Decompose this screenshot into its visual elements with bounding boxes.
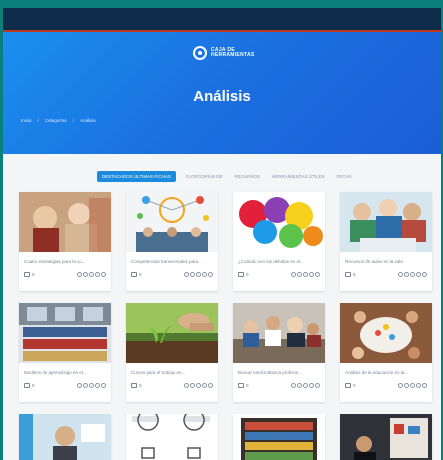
comment-icon <box>345 272 351 277</box>
card-thumbnail[interactable] <box>233 414 325 460</box>
breadcrumb-separator: / <box>72 118 75 123</box>
comment-count-value: 0 <box>139 272 142 277</box>
resource-card[interactable] <box>126 414 218 460</box>
comment-count-value: 0 <box>139 383 142 388</box>
card-thumbnail[interactable] <box>126 303 218 363</box>
comment-icon <box>238 272 244 277</box>
resource-card[interactable]: Cursos para el trabajo en... 0 <box>126 303 218 402</box>
card-title[interactable]: Modelos de aprendizaje en el... <box>24 370 106 375</box>
rating-stars[interactable] <box>291 272 320 277</box>
logo-icon <box>193 46 207 60</box>
card-title[interactable]: Buscar tutoría Blanca profesor... <box>238 370 320 375</box>
card-thumbnail[interactable] <box>233 303 325 363</box>
tab-date[interactable]: FECHA <box>334 171 353 182</box>
card-title[interactable]: Cuatro estrategias para la co... <box>24 259 106 264</box>
breadcrumb-item-home[interactable]: Inicio <box>21 118 32 123</box>
tab-featured[interactable]: DESTACADOS ÚLTIMAS FICHAS <box>97 171 176 182</box>
comment-count-value: 0 <box>32 383 35 388</box>
rating-stars[interactable] <box>184 272 213 277</box>
resource-card[interactable] <box>19 414 111 460</box>
comment-count: 0 <box>238 272 249 277</box>
breadcrumb-separator: / <box>37 118 39 123</box>
card-thumbnail[interactable] <box>340 192 432 252</box>
card-thumbnail[interactable] <box>126 414 218 460</box>
resource-card[interactable]: Análisis de la educación en la... 0 <box>340 303 432 402</box>
comment-count-value: 0 <box>353 272 356 277</box>
comment-icon <box>24 272 30 277</box>
comment-count: 0 <box>345 383 356 388</box>
top-navbar <box>3 8 441 32</box>
resource-card[interactable] <box>340 414 432 460</box>
breadcrumb-item-categories[interactable]: Categorías <box>45 118 67 123</box>
comment-icon <box>238 383 244 388</box>
filter-tabs: DESTACADOS ÚLTIMAS FICHAS CATEGORÍAS DE … <box>97 171 354 182</box>
card-title[interactable]: Análisis de la educación en la... <box>345 370 427 375</box>
comment-count: 0 <box>131 272 142 277</box>
card-meta: 0 <box>345 383 427 388</box>
breadcrumb: Inicio / Categorías / Análisis <box>21 118 96 123</box>
resource-card[interactable]: ¿Cuándo son las debidas en el... 0 <box>233 192 325 291</box>
comment-icon <box>345 383 351 388</box>
card-thumbnail[interactable] <box>233 192 325 252</box>
comment-count-value: 0 <box>246 272 249 277</box>
card-thumbnail[interactable] <box>19 303 111 363</box>
rating-stars[interactable] <box>184 383 213 388</box>
resource-card[interactable]: Modelos de aprendizaje en el... 0 <box>19 303 111 402</box>
resource-card[interactable]: Recursos de aulas en la sala 0 <box>340 192 432 291</box>
card-title[interactable]: Competencias transversales para... <box>131 259 213 264</box>
card-title[interactable]: Recursos de aulas en la sala <box>345 259 427 264</box>
comment-count: 0 <box>238 383 249 388</box>
hero-banner: CAJA DE HERRAMIENTAS Análisis Inicio / C… <box>3 32 441 154</box>
breadcrumb-item-current: Análisis <box>80 118 96 123</box>
card-title[interactable]: Cursos para el trabajo en... <box>131 370 213 375</box>
comment-icon <box>24 383 30 388</box>
resource-card[interactable]: Competencias transversales para... 0 <box>126 192 218 291</box>
window-frame: CAJA DE HERRAMIENTAS Análisis Inicio / C… <box>0 0 443 460</box>
page-title: Análisis <box>193 88 251 105</box>
card-meta: 0 <box>238 383 320 388</box>
card-title[interactable]: ¿Cuándo son las debidas en el... <box>238 259 320 264</box>
tab-resources[interactable]: RECURSOS <box>233 171 263 182</box>
card-meta: 0 <box>238 272 320 277</box>
site-logo[interactable]: CAJA DE HERRAMIENTAS <box>193 46 259 60</box>
logo-text: CAJA DE HERRAMIENTAS <box>211 47 255 58</box>
comment-icon <box>131 383 137 388</box>
card-thumbnail[interactable] <box>340 303 432 363</box>
card-thumbnail[interactable] <box>340 414 432 460</box>
card-meta: 0 <box>131 383 213 388</box>
card-meta: 0 <box>24 272 106 277</box>
card-meta: 0 <box>24 383 106 388</box>
rating-stars[interactable] <box>77 383 106 388</box>
comment-count-value: 0 <box>353 383 356 388</box>
resource-card[interactable] <box>233 414 325 460</box>
comment-count: 0 <box>24 383 35 388</box>
comment-count: 0 <box>131 383 142 388</box>
comment-count-value: 0 <box>32 272 35 277</box>
comment-icon <box>131 272 137 277</box>
comment-count: 0 <box>345 272 356 277</box>
card-thumbnail[interactable] <box>126 192 218 252</box>
card-meta: 0 <box>131 272 213 277</box>
tab-categories[interactable]: CATEGORÍAS DE <box>184 171 225 182</box>
card-thumbnail[interactable] <box>19 192 111 252</box>
rating-stars[interactable] <box>398 383 427 388</box>
comment-count: 0 <box>24 272 35 277</box>
rating-stars[interactable] <box>77 272 106 277</box>
resource-card[interactable]: Cuatro estrategias para la co... 0 <box>19 192 111 291</box>
comment-count-value: 0 <box>246 383 249 388</box>
rating-stars[interactable] <box>398 272 427 277</box>
card-meta: 0 <box>345 272 427 277</box>
rating-stars[interactable] <box>291 383 320 388</box>
resource-grid: Cuatro estrategias para la co... 0 Compe… <box>19 192 432 460</box>
tab-tools[interactable]: HERRAMIENTAS ÚTILES <box>270 171 326 182</box>
page: CAJA DE HERRAMIENTAS Análisis Inicio / C… <box>3 8 441 460</box>
resource-card[interactable]: Buscar tutoría Blanca profesor... 0 <box>233 303 325 402</box>
card-thumbnail[interactable] <box>19 414 111 460</box>
